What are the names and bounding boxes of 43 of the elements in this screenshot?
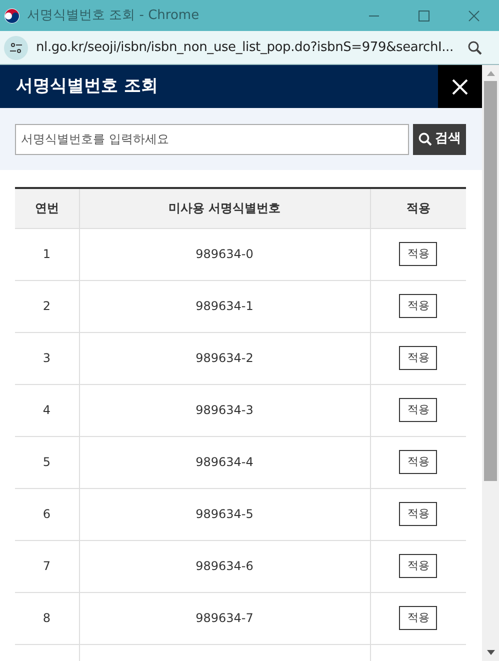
- table-cell: 1: [15, 228, 79, 280]
- url-text[interactable]: nl.go.kr/seoji/isbn/isbn_non_use_list_pop.do?isbnS=979&searchI...: [36, 38, 454, 58]
- table-cell: 2: [15, 280, 79, 332]
- apply-button[interactable]: 적용: [399, 554, 438, 578]
- scroll-up-icon[interactable]: [486, 71, 494, 76]
- apply-button[interactable]: 적용: [399, 398, 438, 422]
- table-cell: 989634-6: [79, 540, 370, 592]
- table-cell: 989634-4: [79, 436, 370, 488]
- window-title: 서명식별번호 조회 - Chrome: [27, 6, 200, 25]
- apply-button[interactable]: 적용: [399, 346, 438, 370]
- column-header: 적용: [370, 188, 466, 228]
- close-icon[interactable]: [468, 10, 480, 22]
- apply-button[interactable]: 적용: [399, 502, 438, 526]
- search-icon: [418, 132, 432, 146]
- site-info-icon[interactable]: [4, 36, 28, 60]
- table-cell: 6: [15, 488, 79, 540]
- scroll-down-icon[interactable]: [486, 650, 494, 655]
- scrollbar[interactable]: [482, 65, 499, 661]
- search-field[interactable]: 서명식별번호를 입력하세요: [15, 124, 409, 154]
- table-cell: 8: [15, 592, 79, 644]
- popup-title: 서명식별번호 조회: [16, 74, 159, 98]
- table-cell: 4: [15, 384, 79, 436]
- table-cell: 989634-2: [79, 332, 370, 384]
- zoom-icon[interactable]: [467, 40, 483, 56]
- table-cell: 989634-7: [79, 592, 370, 644]
- column-header: 미사용 서명식별번호: [79, 188, 370, 228]
- close-button[interactable]: [438, 65, 482, 108]
- table-cell: 989634-3: [79, 384, 370, 436]
- apply-button[interactable]: 적용: [399, 242, 438, 266]
- apply-button[interactable]: 적용: [399, 294, 438, 318]
- table-cell: 989634-1: [79, 280, 370, 332]
- table-cell: 7: [15, 540, 79, 592]
- table-cell: 989634-0: [79, 228, 370, 280]
- close-icon: [452, 78, 468, 94]
- apply-button[interactable]: 적용: [399, 450, 438, 474]
- table-cell: 5: [15, 436, 79, 488]
- table-cell: 989634-5: [79, 488, 370, 540]
- emblem-icon: [4, 8, 20, 24]
- maximize-icon[interactable]: [418, 10, 430, 22]
- table-cell: 3: [15, 332, 79, 384]
- apply-button[interactable]: 적용: [399, 606, 438, 630]
- column-header: 연번: [15, 188, 79, 228]
- search-button[interactable]: 검색: [413, 124, 466, 154]
